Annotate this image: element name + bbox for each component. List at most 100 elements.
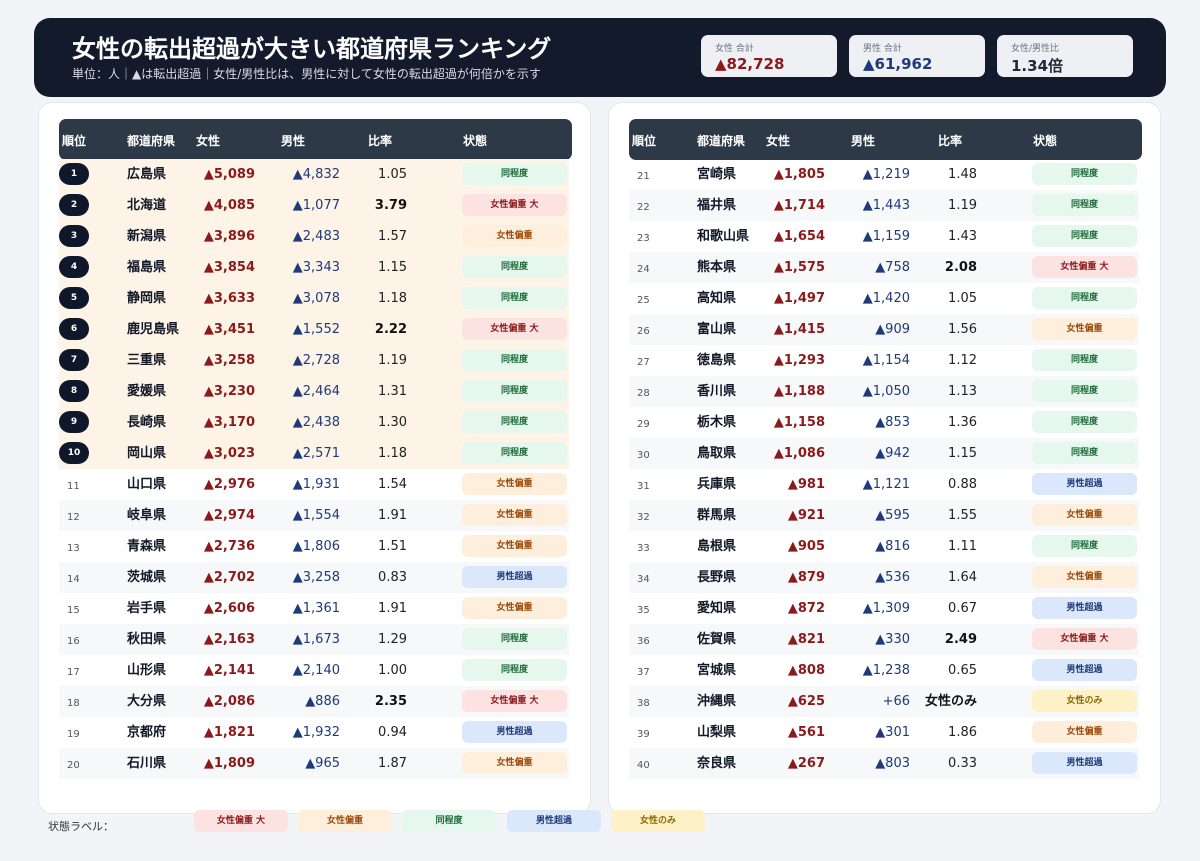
female-value: ▲1,086 — [773, 446, 825, 461]
prefecture-name: 鹿児島県 — [127, 322, 180, 337]
male-value: ▲2,571 — [292, 446, 340, 461]
ratio-value: 1.18 — [378, 291, 407, 306]
female-value: ▲3,023 — [203, 446, 255, 461]
header-male: 男性 — [281, 134, 306, 148]
male-value: ▲1,309 — [862, 601, 910, 616]
status-badge: 女性偏重 大 — [462, 690, 567, 712]
rank-badge: 7 — [59, 349, 89, 371]
stat-label: 男性 合計 — [863, 44, 902, 54]
male-value: ▲758 — [875, 260, 910, 275]
prefecture-name: 長崎県 — [127, 415, 167, 430]
table-row: 21 宮崎県 ▲1,805 ▲1,219 1.48 同程度 — [629, 159, 1139, 190]
status-badge: 男性超過 — [1032, 659, 1137, 681]
table-row: 17 山形県 ▲2,141 ▲2,140 1.00 同程度 — [59, 655, 569, 686]
prefecture-name: 青森県 — [127, 539, 167, 554]
table-row: 30 鳥取県 ▲1,086 ▲942 1.15 同程度 — [629, 438, 1139, 469]
male-value: +66 — [882, 694, 910, 709]
table-row: 31 兵庫県 ▲981 ▲1,121 0.88 男性超過 — [629, 469, 1139, 500]
female-value: ▲625 — [787, 694, 825, 709]
male-value: ▲3,078 — [292, 291, 340, 306]
ratio-value: 1.13 — [948, 384, 977, 399]
legend-item: 同程度 — [402, 810, 496, 832]
prefecture-name: 兵庫県 — [697, 477, 737, 492]
male-value: ▲1,806 — [292, 539, 340, 554]
header-female: 女性 — [766, 134, 791, 148]
header-status: 状態 — [463, 134, 488, 148]
rank-number: 25 — [637, 295, 650, 306]
status-badge: 女性偏重 — [462, 752, 567, 774]
ratio-value: 0.88 — [948, 477, 977, 492]
status-badge: 女性偏重 — [462, 473, 567, 495]
male-value: ▲2,483 — [292, 229, 340, 244]
rank-number: 34 — [637, 574, 650, 585]
stat-value: ▲61,962 — [863, 55, 933, 73]
rank-number: 27 — [637, 357, 650, 368]
status-badge: 同程度 — [462, 411, 567, 433]
status-badge: 女性偏重 大 — [1032, 628, 1137, 650]
female-value: ▲2,163 — [203, 632, 255, 647]
prefecture-name: 広島県 — [127, 167, 167, 182]
status-badge: 同程度 — [1032, 411, 1137, 433]
ratio-value: 3.79 — [374, 198, 407, 213]
rank-number: 30 — [637, 450, 650, 461]
status-badge: 男性超過 — [1032, 597, 1137, 619]
rank-number: 20 — [67, 760, 80, 771]
rank-number: 18 — [67, 698, 80, 709]
rank-number: 23 — [637, 233, 650, 244]
table-row: 37 宮城県 ▲808 ▲1,238 0.65 男性超過 — [629, 655, 1139, 686]
prefecture-name: 愛知県 — [697, 601, 737, 616]
status-badge: 同程度 — [1032, 380, 1137, 402]
status-badge: 同程度 — [462, 287, 567, 309]
ratio-value: 1.19 — [378, 353, 407, 368]
stat-value: 1.34倍 — [1011, 57, 1064, 75]
table-row: 35 愛知県 ▲872 ▲1,309 0.67 男性超過 — [629, 593, 1139, 624]
table-row: 2 北海道 ▲4,085 ▲1,077 3.79 女性偏重 大 — [59, 190, 569, 221]
male-value: ▲301 — [875, 725, 910, 740]
female-value: ▲4,085 — [203, 198, 255, 213]
table-row: 4 福島県 ▲3,854 ▲3,343 1.15 同程度 — [59, 252, 569, 283]
table-row: 12 岐阜県 ▲2,974 ▲1,554 1.91 女性偏重 — [59, 500, 569, 531]
rank-badge: 2 — [59, 194, 89, 216]
rank-badge: 5 — [59, 287, 89, 309]
male-value: ▲1,159 — [862, 229, 910, 244]
ratio-value: 1.91 — [378, 508, 407, 523]
prefecture-name: 大分県 — [127, 694, 167, 709]
rank-number: 19 — [67, 729, 80, 740]
female-value: ▲1,293 — [773, 353, 825, 368]
ratio-value: 1.30 — [378, 415, 407, 430]
female-value: ▲1,158 — [773, 415, 825, 430]
male-value: ▲886 — [305, 694, 340, 709]
status-badge: 女性偏重 大 — [1032, 256, 1137, 278]
status-badge: 同程度 — [1032, 163, 1137, 185]
status-badge: 女性偏重 — [1032, 721, 1137, 743]
table-row: 3 新潟県 ▲3,896 ▲2,483 1.57 女性偏重 — [59, 221, 569, 252]
female-value: ▲561 — [787, 725, 825, 740]
male-value: ▲816 — [875, 539, 910, 554]
ratio-value: 0.83 — [378, 570, 407, 585]
male-value: ▲2,464 — [292, 384, 340, 399]
female-value: ▲872 — [787, 601, 825, 616]
status-badge: 女性偏重 大 — [462, 318, 567, 340]
prefecture-name: 長野県 — [697, 570, 737, 585]
prefecture-name: 静岡県 — [127, 291, 167, 306]
status-badge: 同程度 — [462, 163, 567, 185]
ratio-value: 1.11 — [948, 539, 977, 554]
ratio-value: 1.31 — [378, 384, 407, 399]
ratio-value: 0.33 — [948, 756, 977, 771]
header-status: 状態 — [1033, 134, 1058, 148]
status-badge: 同程度 — [1032, 535, 1137, 557]
prefecture-name: 群馬県 — [697, 508, 737, 523]
ratio-value: 1.18 — [378, 446, 407, 461]
rank-badge: 1 — [59, 163, 89, 185]
rank-badge: 3 — [59, 225, 89, 247]
stat-label: 女性 合計 — [715, 44, 754, 54]
stat-value: ▲82,728 — [715, 55, 785, 73]
status-badge: 女性偏重 — [462, 535, 567, 557]
table-row: 29 栃木県 ▲1,158 ▲853 1.36 同程度 — [629, 407, 1139, 438]
header-banner: 女性の転出超過が大きい都道府県ランキング 単位：人｜▲は転出超過｜女性/男性比は… — [34, 18, 1166, 97]
female-value: ▲3,633 — [203, 291, 255, 306]
ratio-value: 0.67 — [948, 601, 977, 616]
prefecture-name: 岐阜県 — [127, 508, 167, 523]
ratio-value: 1.05 — [948, 291, 977, 306]
table-row: 36 佐賀県 ▲821 ▲330 2.49 女性偏重 大 — [629, 624, 1139, 655]
